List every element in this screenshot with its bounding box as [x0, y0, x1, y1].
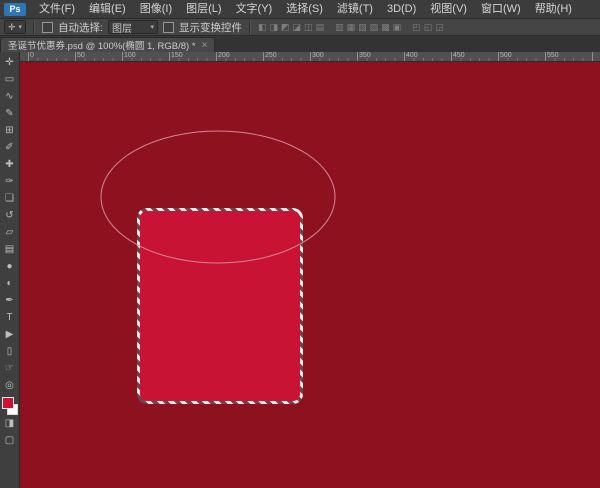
screen-mode-button[interactable]: ▢	[1, 432, 19, 449]
distribute-top-edges-icon[interactable]: ▥	[335, 21, 344, 34]
options-separator	[248, 20, 251, 34]
auto-align-layers-icon[interactable]: ◲	[435, 21, 444, 34]
ruler-tick-label: 450	[453, 52, 465, 59]
blur-tool[interactable]: ●	[1, 258, 19, 275]
align-top-edges-icon[interactable]: ◧	[258, 21, 267, 34]
distribute-vertical-spacing-icon[interactable]: ◱	[424, 21, 433, 34]
distribute-left-edges-icon[interactable]: ▨	[370, 21, 379, 34]
color-swatches	[1, 397, 18, 415]
move-tool[interactable]: ✛	[1, 54, 19, 71]
menu-item-help[interactable]: 帮助(H)	[528, 0, 579, 18]
ruler-tick-label: 350	[359, 52, 371, 59]
ruler-tick-label: 150	[171, 52, 183, 59]
move-tool-icon: ✛	[8, 21, 16, 32]
distribute-horizontal-spacing-icon[interactable]: ◰	[412, 21, 421, 34]
path-selection-tool[interactable]: ▶	[1, 326, 19, 343]
align-right-edges-icon[interactable]: ▤	[316, 21, 325, 34]
foreground-color-swatch[interactable]	[1, 397, 14, 409]
canvas[interactable]	[20, 62, 600, 488]
hand-tool[interactable]: ☞	[1, 360, 19, 377]
ellipse-shape-outline	[100, 130, 336, 264]
menu-item-filter[interactable]: 滤镜(T)	[330, 0, 380, 18]
distribute-vertical-centers-icon[interactable]: ▦	[347, 21, 356, 34]
menu-item-file[interactable]: 文件(F)	[32, 0, 82, 18]
align-left-edges-icon[interactable]: ◪	[293, 21, 302, 34]
auto-select-checkbox[interactable]	[42, 21, 54, 33]
options-bar: ✛ ▾ 自动选择: 图层 ▾ 显示变换控件 ◧ ◨ ◩ ◪ ◫ ▤ ▥ ▦ ▧ ▨ ▩ ▣ ◰ ◱ ◲	[0, 19, 600, 36]
ruler-tick-label: 100	[124, 52, 136, 59]
document-tab[interactable]: 圣诞节优惠券.psd @ 100%(椭圆 1, RGB/8) * ×	[0, 37, 216, 52]
selection-marching-ants	[137, 208, 303, 404]
quick-selection-tool[interactable]: ✎	[1, 105, 19, 122]
ruler-tick-label: 300	[312, 52, 324, 59]
align-icons-group: ◧ ◨ ◩ ◪ ◫ ▤ ▥ ▦ ▧ ▨ ▩ ▣ ◰ ◱ ◲	[258, 21, 444, 34]
eyedropper-tool[interactable]: ✐	[1, 139, 19, 156]
align-horizontal-centers-icon[interactable]: ◫	[304, 21, 313, 34]
menu-item-window[interactable]: 窗口(W)	[474, 0, 528, 18]
ruler-tick-label: 0	[30, 52, 34, 59]
auto-select-value: 图层	[111, 23, 132, 35]
photoshop-logo: Ps	[4, 2, 26, 16]
menu-item-view[interactable]: 视图(V)	[423, 0, 474, 18]
lasso-tool[interactable]: ∿	[1, 88, 19, 105]
ruler-tick-label: 250	[265, 52, 277, 59]
menu-bar-items: 文件(F) 编辑(E) 图像(I) 图层(L) 文字(Y) 选择(S) 滤镜(T) 3D(D)…	[32, 0, 579, 18]
chevron-down-icon: ▾	[18, 24, 23, 31]
shape-tool[interactable]: ▯	[1, 343, 19, 360]
chevron-down-icon: ▾	[150, 24, 154, 31]
ruler-tick-label: 200	[218, 52, 230, 59]
auto-select-label: 自动选择:	[58, 21, 103, 34]
distribute-bottom-edges-icon[interactable]: ▧	[358, 21, 367, 34]
type-tool[interactable]: T	[1, 309, 19, 326]
menu-item-3d[interactable]: 3D(D)	[380, 0, 423, 18]
menu-bar: Ps 文件(F) 编辑(E) 图像(I) 图层(L) 文字(Y) 选择(S) 滤镜(T) 3D…	[0, 0, 600, 19]
marquee-tool[interactable]: ▭	[1, 71, 19, 88]
menu-item-type[interactable]: 文字(Y)	[229, 0, 280, 18]
gradient-tool[interactable]: ▤	[1, 241, 19, 258]
distribute-right-edges-icon[interactable]: ▣	[393, 21, 402, 34]
align-vertical-centers-icon[interactable]: ◨	[270, 21, 279, 34]
menu-item-layer[interactable]: 图层(L)	[179, 0, 228, 18]
horizontal-ruler: 0 50 100 150 200 250 300 350 400 450 500 550	[20, 52, 600, 62]
ruler-tick-label: 550	[547, 52, 559, 59]
healing-brush-tool[interactable]: ✚	[1, 156, 19, 173]
history-brush-tool[interactable]: ↺	[1, 207, 19, 224]
auto-select-target-dropdown[interactable]: 图层 ▾	[107, 20, 158, 35]
ruler-tick-label: 400	[406, 52, 418, 59]
close-icon[interactable]: ×	[202, 40, 208, 51]
show-transform-checkbox[interactable]	[162, 21, 174, 33]
menu-item-select[interactable]: 选择(S)	[279, 0, 330, 18]
clone-stamp-tool[interactable]: ❏	[1, 190, 19, 207]
pen-tool[interactable]: ✒	[1, 292, 19, 309]
tool-bar: ✛ ▭ ∿ ✎ ⊞ ✐ ✚ ✑ ❏ ↺ ▱ ▤ ● ◐ ✒ T ▶ ▯ ☞ ◎ ◨ ▢	[0, 52, 20, 488]
shape-rect-fill	[140, 211, 300, 401]
show-transform-label: 显示变换控件	[178, 21, 242, 34]
ruler-tick-label: 500	[500, 52, 512, 59]
dodge-tool[interactable]: ◐	[1, 275, 19, 292]
brush-tool[interactable]: ✑	[1, 173, 19, 190]
options-separator	[33, 20, 36, 34]
quick-mask-mode-button[interactable]: ◨	[1, 415, 19, 432]
crop-tool[interactable]: ⊞	[1, 122, 19, 139]
eraser-tool[interactable]: ▱	[1, 224, 19, 241]
align-bottom-edges-icon[interactable]: ◩	[281, 21, 290, 34]
menu-item-image[interactable]: 图像(I)	[133, 0, 179, 18]
menu-item-edit[interactable]: 编辑(E)	[82, 0, 133, 18]
document-tab-bar: 圣诞节优惠券.psd @ 100%(椭圆 1, RGB/8) * ×	[0, 37, 600, 53]
tool-preset-dropdown[interactable]: ✛ ▾	[4, 20, 27, 34]
zoom-tool[interactable]: ◎	[1, 377, 19, 394]
ruler-tick-label: 50	[77, 52, 85, 59]
document-title: 圣诞节优惠券.psd @ 100%(椭圆 1, RGB/8) *	[8, 41, 196, 52]
distribute-horizontal-centers-icon[interactable]: ▩	[381, 21, 390, 34]
